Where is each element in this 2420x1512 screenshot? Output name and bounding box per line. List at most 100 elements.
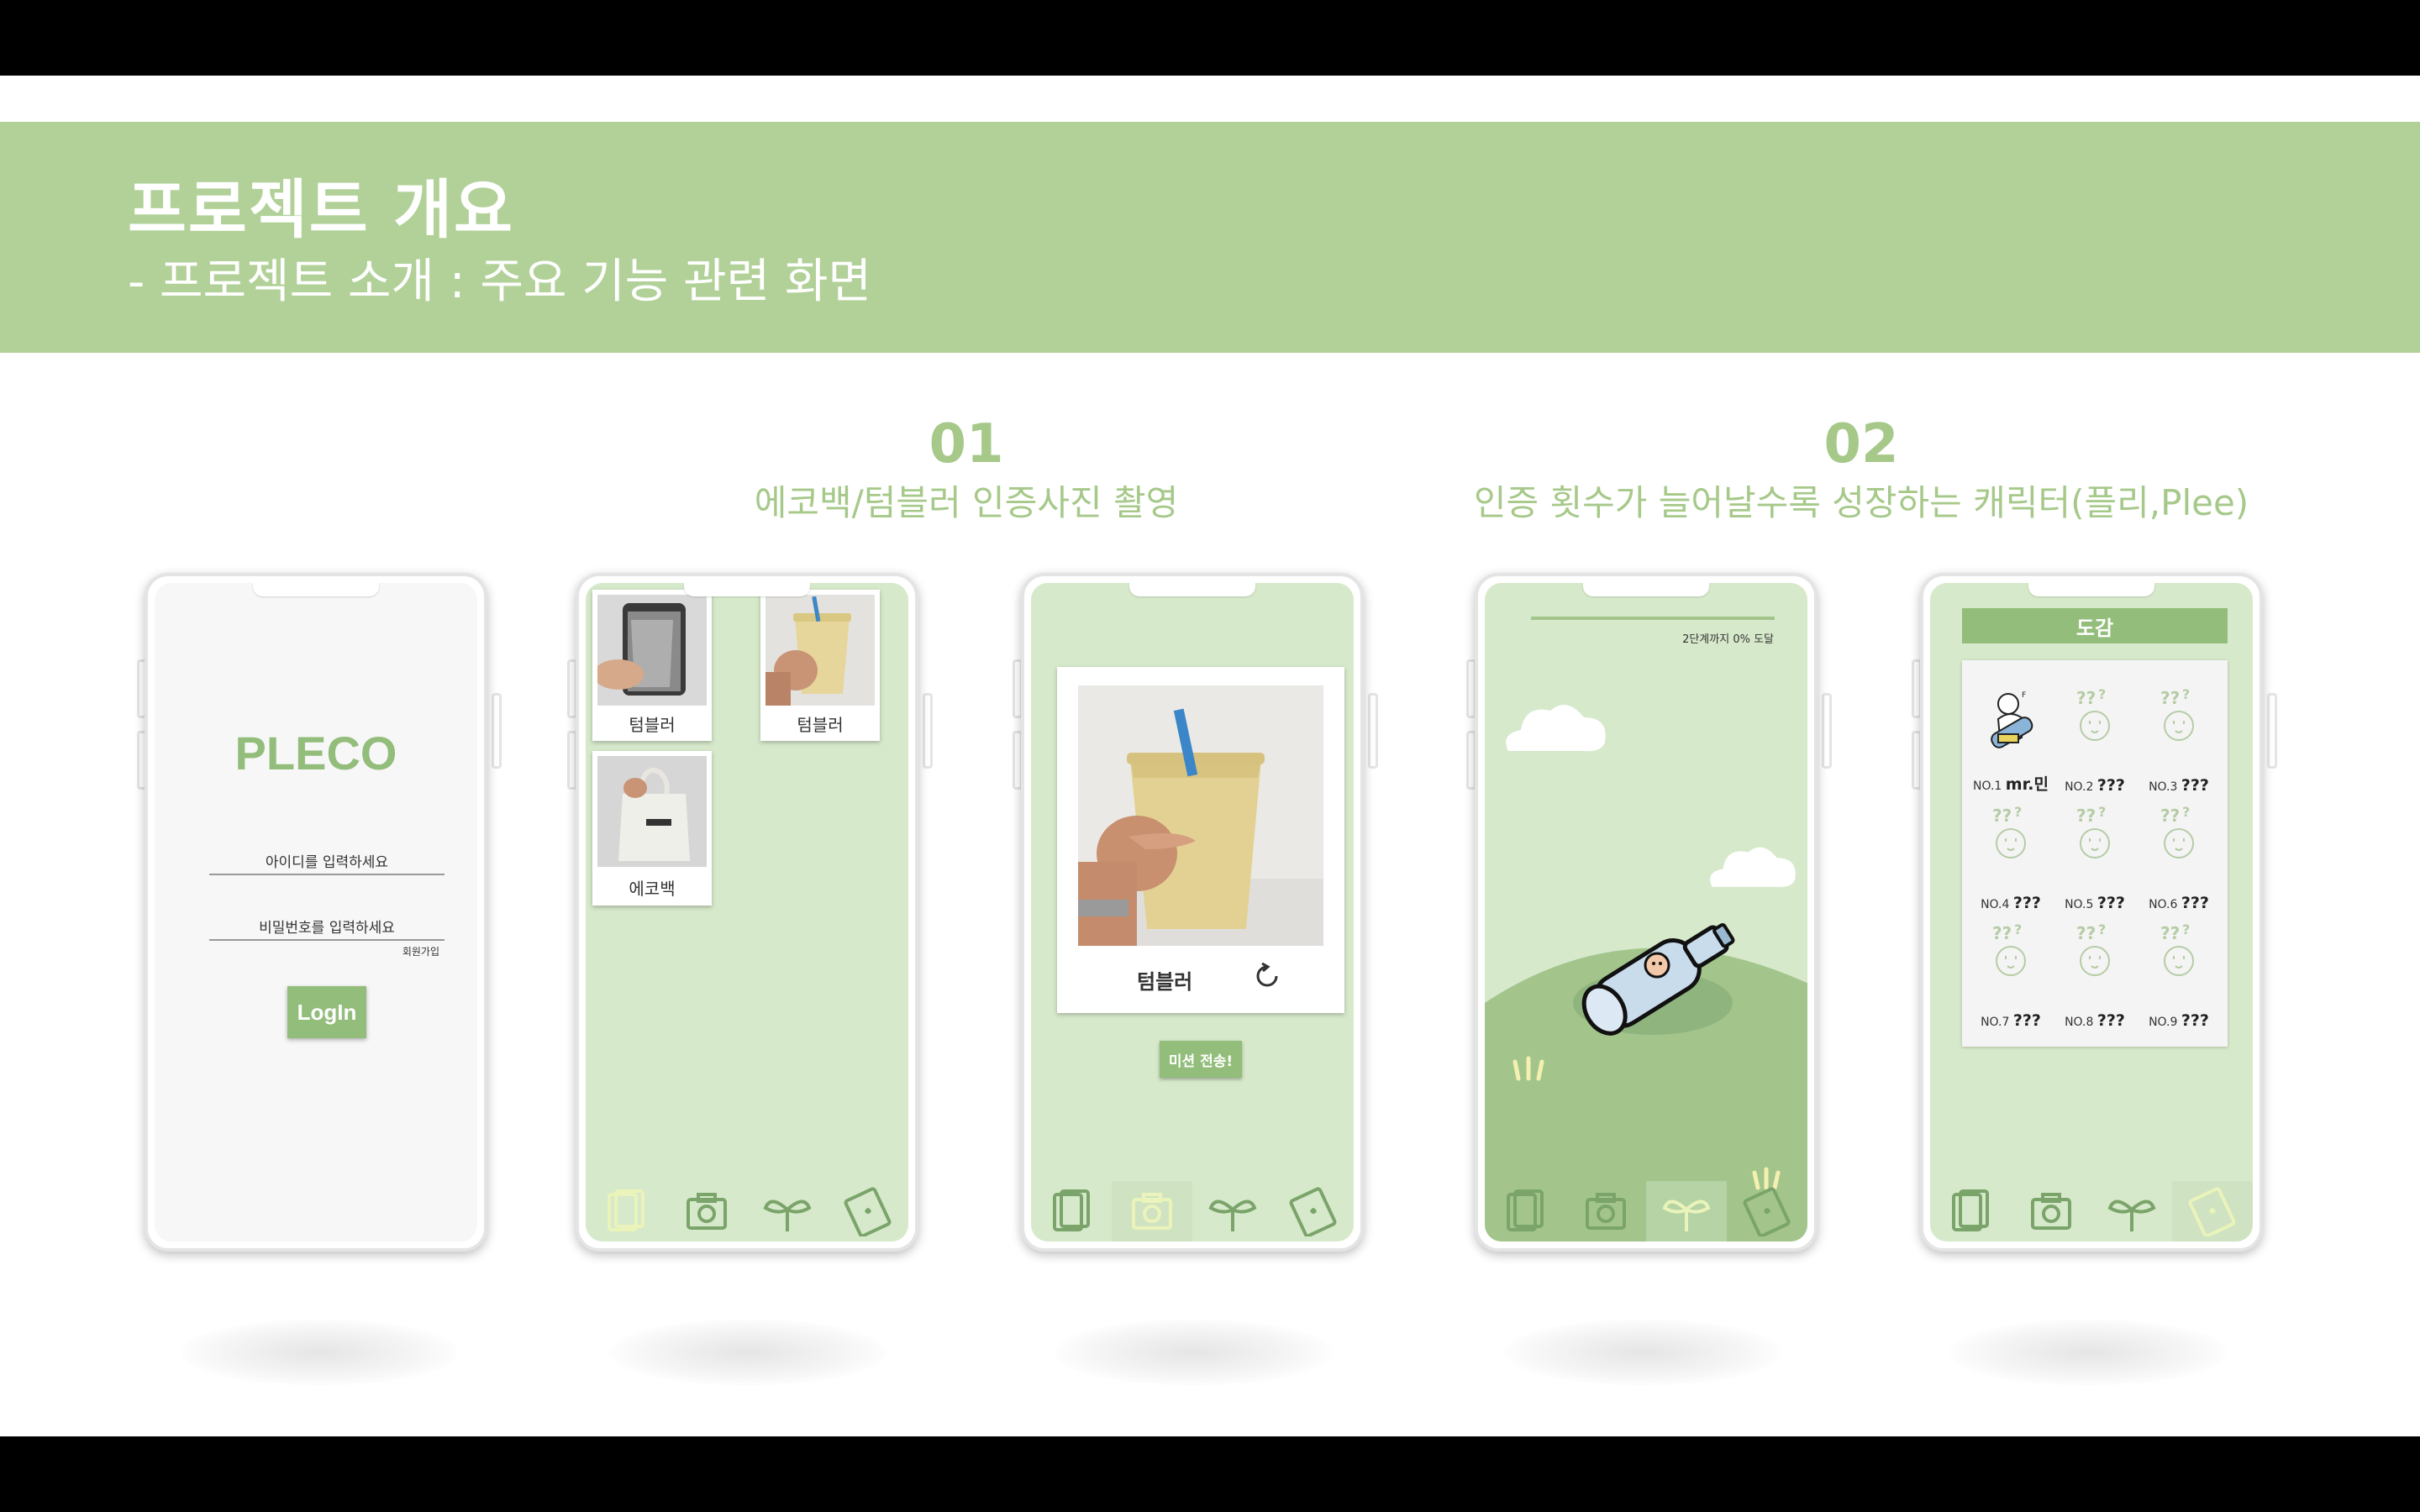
phone-capture: 텀블러 미션 전송! (1021, 573, 1364, 1252)
page-subtitle: - 프로젝트 소개 : 주요 기능 관련 화면 (128, 255, 871, 309)
submit-mission-button[interactable]: 미션 전송! (1160, 1041, 1242, 1078)
gallery-item-label: 에코백 (629, 879, 676, 899)
nav-camera[interactable] (1112, 1181, 1192, 1242)
dex-entry[interactable]: ??? NO.5 ??? (2053, 803, 2137, 912)
nav-gallery[interactable] (1485, 1181, 1565, 1242)
dex-entry[interactable]: ??? NO.2 ??? (2053, 685, 2137, 795)
sprout-icon (2107, 1200, 2156, 1231)
nav-sprout[interactable] (2091, 1181, 2172, 1242)
dex-entry[interactable]: ??? NO.3 ??? (2137, 685, 2221, 795)
bottom-nav (1930, 1181, 2253, 1242)
nav-sprout[interactable] (747, 1181, 828, 1242)
dex-entry-name: ??? (2096, 776, 2125, 795)
password-input[interactable]: 비밀번호를 입력하세요 (209, 916, 445, 941)
dex-entry-name: ??? (2096, 1011, 2125, 1030)
camera-icon (687, 1193, 727, 1230)
camera-icon (1586, 1193, 1626, 1230)
tumbler-photo (597, 595, 707, 706)
dex-entry-number: NO.6 (2149, 898, 2178, 911)
unknown-character-icon: ??? (1992, 921, 2026, 976)
character-plee-bottle (1573, 922, 1735, 1036)
unknown-character-icon: ??? (2076, 686, 2110, 741)
slide: 프로젝트 개요 - 프로젝트 소개 : 주요 기능 관련 화면 01 에코백/텀… (0, 76, 2420, 1436)
dex-entry-label: NO.2 ??? (2053, 776, 2137, 795)
nav-gallery[interactable] (586, 1181, 666, 1242)
nav-gallery[interactable] (1031, 1181, 1112, 1242)
bottom-nav (1031, 1181, 1354, 1242)
svg-text:?: ? (2014, 804, 2022, 820)
dex-entry-number: NO.3 (2149, 780, 2178, 794)
unknown-character-icon: ??? (2160, 921, 2194, 976)
svg-text:??: ?? (2076, 923, 2096, 943)
phone-shadow (609, 1319, 886, 1386)
header-banner: 프로젝트 개요 - 프로젝트 소개 : 주요 기능 관련 화면 (0, 122, 2420, 353)
phone-side-button (2267, 693, 2277, 769)
captured-photo (1078, 685, 1323, 946)
tumbler-photo (765, 595, 875, 706)
book-icon (1743, 1187, 1791, 1236)
dex-title: 도감 (1962, 608, 2228, 643)
dex-entry[interactable]: ??? NO.8 ??? (2053, 921, 2137, 1030)
bottom-nav (1485, 1181, 1807, 1242)
svg-text:??: ?? (2076, 688, 2096, 708)
password-placeholder: 비밀번호를 입력하세요 (259, 920, 395, 937)
growth-progress-text: 2단계까지 0% 도달 (1682, 633, 1774, 646)
dex-entry-label: NO.7 ??? (1969, 1011, 2053, 1030)
phone-shadow (1949, 1319, 2227, 1386)
gallery-icon (1053, 1189, 1090, 1231)
nav-sprout[interactable] (1192, 1181, 1273, 1242)
phone-shadow (181, 1319, 458, 1386)
svg-text:??: ?? (1992, 923, 2012, 943)
bottom-nav (586, 1181, 908, 1242)
capture-screen: 텀블러 미션 전송! (1031, 583, 1354, 1242)
nav-book[interactable] (2172, 1181, 2253, 1242)
phone-notch (2028, 583, 2154, 596)
signup-link[interactable]: 회원가입 (402, 944, 439, 958)
nav-camera[interactable] (1565, 1181, 1646, 1242)
dex-entry[interactable]: ??? NO.9 ??? (2137, 921, 2221, 1030)
id-placeholder: 아이디를 입력하세요 (265, 854, 389, 871)
login-button[interactable]: LogIn (287, 986, 366, 1038)
dex-entry-number: NO.7 (1981, 1016, 2010, 1029)
gallery-item[interactable]: 텀블러 (760, 590, 880, 741)
nav-book[interactable] (1727, 1181, 1807, 1242)
dex-entry[interactable]: ??? NO.4 ??? (1969, 803, 2053, 912)
nav-camera[interactable] (666, 1181, 747, 1242)
nav-book[interactable] (1273, 1181, 1354, 1242)
dex-screen: 도감 F NO.1 mr.민 ??? NO.2 ??? ?? ? NO.3 ??… (1930, 583, 2253, 1242)
dex-entry[interactable]: F NO.1 mr.민 (1969, 685, 2053, 795)
gallery-item[interactable]: 텀블러 (592, 590, 712, 741)
nav-gallery[interactable] (1930, 1181, 2011, 1242)
gallery-item[interactable]: 에코백 (592, 751, 712, 906)
phone-notch (1129, 583, 1255, 596)
dex-entry-label: NO.5 ??? (2053, 894, 2137, 912)
ecobag-photo (597, 756, 707, 867)
phone-gallery: 텀블러 텀블러 에코백 (576, 573, 918, 1252)
nav-sprout[interactable] (1646, 1181, 1727, 1242)
sprout-icon (1208, 1200, 1257, 1231)
id-input[interactable]: 아이디를 입력하세요 (209, 850, 445, 875)
dex-entry[interactable]: ??? NO.6 ??? (2137, 803, 2221, 912)
nav-camera[interactable] (2011, 1181, 2091, 1242)
dex-entry-name: ??? (2012, 1011, 2041, 1030)
dex-entry[interactable]: ??? NO.7 ??? (1969, 921, 2053, 1030)
gallery-item-label: 텀블러 (629, 715, 676, 735)
dex-entry-name: ??? (2012, 894, 2041, 912)
svg-text:??: ?? (2160, 688, 2180, 708)
camera-icon (1132, 1193, 1172, 1230)
dex-entry-label: NO.1 mr.민 (1969, 772, 2053, 795)
unknown-character-icon: ??? (2076, 804, 2110, 858)
refresh-icon[interactable] (1252, 961, 1282, 991)
dex-entry-label: NO.9 ??? (2137, 1011, 2221, 1030)
nav-book[interactable] (828, 1181, 908, 1242)
cloud-icon (1506, 705, 1606, 752)
dex-entry-number: NO.1 (1973, 780, 2002, 793)
svg-text:?: ? (2098, 686, 2106, 702)
svg-text:?: ? (2182, 921, 2190, 937)
unknown-character-icon: ??? (2160, 686, 2194, 741)
book-icon (844, 1187, 892, 1236)
capture-card: 텀블러 (1057, 667, 1344, 1013)
growth-progress-bar (1531, 617, 1775, 620)
svg-text:??: ?? (2160, 806, 2180, 826)
svg-text:??: ?? (1992, 806, 2012, 826)
